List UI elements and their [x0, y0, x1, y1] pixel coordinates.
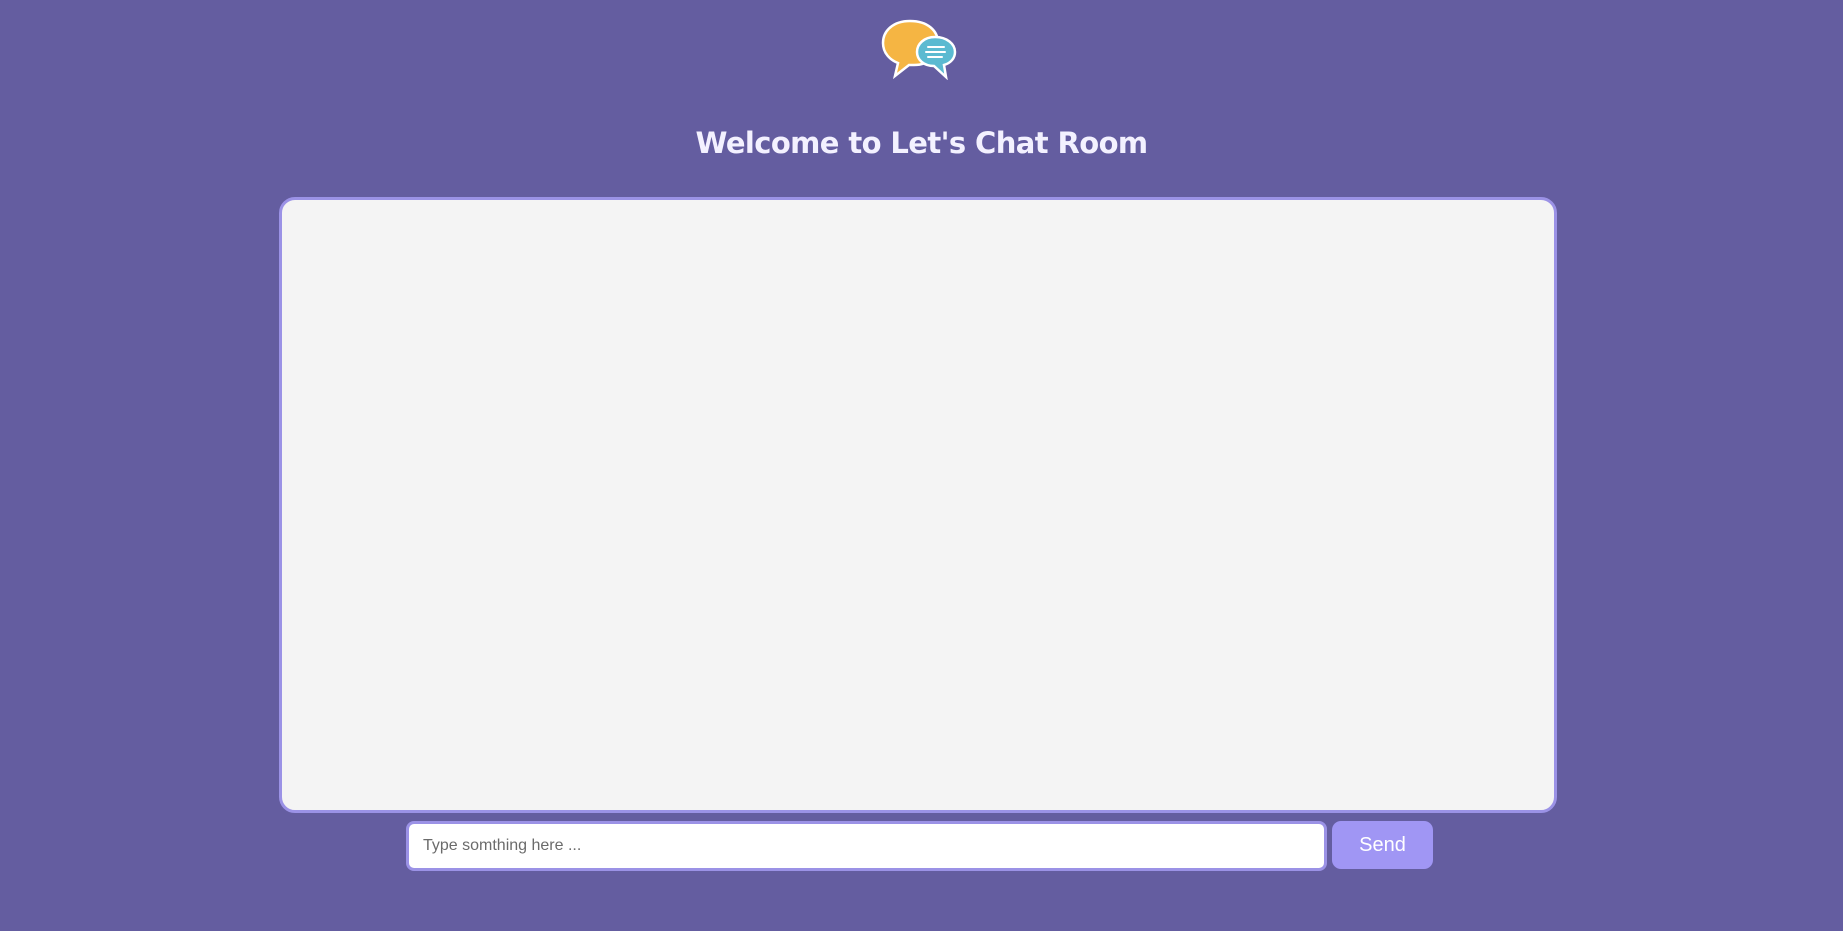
- chat-page: Welcome to Let's Chat Room Send: [0, 0, 1843, 931]
- message-input[interactable]: [406, 821, 1327, 871]
- send-button[interactable]: Send: [1332, 821, 1433, 869]
- page-title: Welcome to Let's Chat Room: [695, 126, 1148, 160]
- chat-messages-area[interactable]: [279, 197, 1557, 813]
- chat-bubbles-icon: [881, 19, 957, 80]
